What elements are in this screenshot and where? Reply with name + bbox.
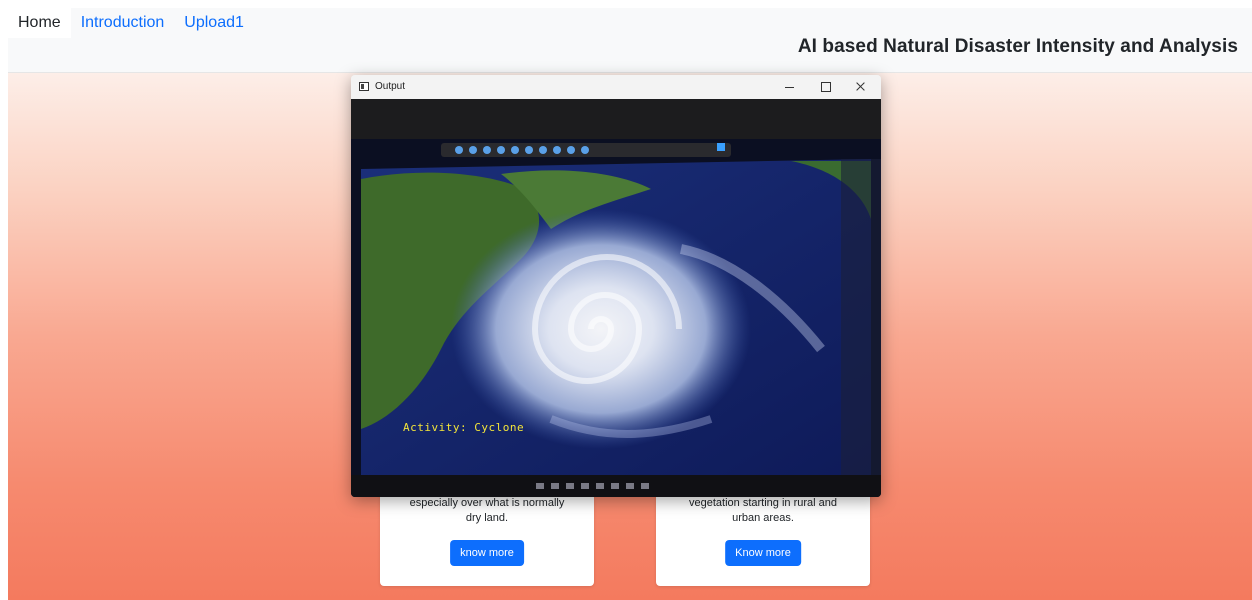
card-text-line: especially over what is normally bbox=[409, 497, 565, 509]
maximize-icon[interactable] bbox=[817, 79, 835, 95]
card-text-line: vegetation starting in rural and bbox=[689, 497, 837, 509]
activity-label: Activity: Cyclone bbox=[403, 421, 525, 434]
nav-tab-home[interactable]: Home bbox=[8, 8, 71, 38]
satellite-cyclone-image bbox=[351, 99, 881, 497]
window-title: Output bbox=[375, 81, 406, 92]
nav-tabs: Home Introduction Upload1 bbox=[8, 8, 254, 38]
card-text: vegetation starting in rural and urban a… bbox=[664, 496, 862, 526]
know-more-button[interactable]: know more bbox=[450, 540, 524, 566]
video-frame: Activity: Cyclone bbox=[351, 99, 881, 497]
window-app-icon bbox=[359, 82, 369, 91]
know-more-button[interactable]: Know more bbox=[725, 540, 801, 566]
output-window: Output Activity: Cyclone bbox=[351, 75, 881, 497]
card-text-line: urban areas. bbox=[732, 512, 794, 524]
nav-tab-introduction[interactable]: Introduction bbox=[71, 8, 175, 38]
window-titlebar[interactable]: Output bbox=[351, 75, 881, 99]
navbar: Home Introduction Upload1 AI based Natur… bbox=[8, 8, 1252, 73]
site-title: AI based Natural Disaster Intensity and … bbox=[797, 36, 1238, 57]
nav-tab-upload1[interactable]: Upload1 bbox=[174, 8, 254, 38]
card-text-line: dry land. bbox=[465, 512, 509, 524]
card-text: especially over what is normally dry lan… bbox=[388, 496, 586, 526]
minimize-icon[interactable] bbox=[781, 79, 799, 95]
close-icon[interactable] bbox=[852, 79, 870, 95]
